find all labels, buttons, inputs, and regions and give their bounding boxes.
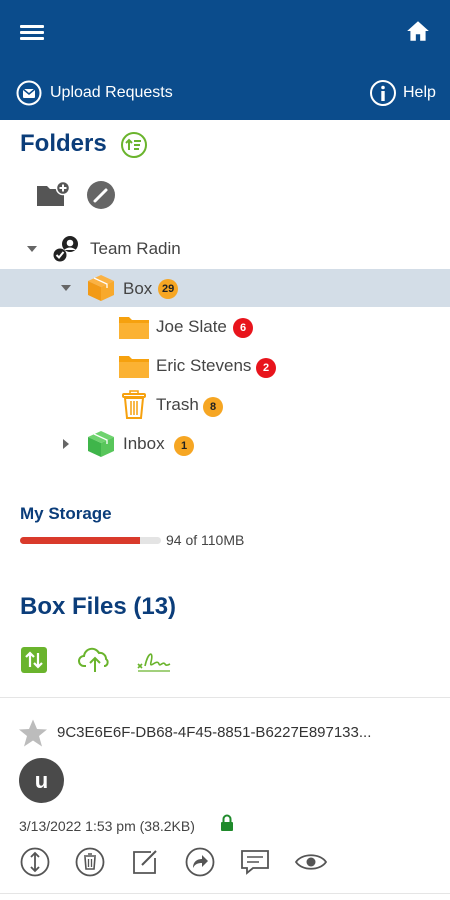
team-icon: [53, 236, 78, 262]
count-badge: 2: [256, 358, 276, 378]
storage-progress-bar: [20, 537, 161, 544]
count-badge: 6: [233, 318, 253, 338]
sync-icon[interactable]: [20, 646, 48, 674]
hamburger-icon-line: [20, 31, 44, 34]
inbox-box-icon: [88, 431, 114, 457]
box-files-title: Box Files (13): [20, 593, 177, 620]
help-label: Help: [403, 84, 436, 101]
divider: [0, 893, 450, 894]
tree-item-box[interactable]: Box 29: [0, 269, 450, 307]
app-header: Upload Requests Help: [0, 0, 450, 120]
tree-item-inbox[interactable]: Inbox 1: [0, 425, 450, 463]
tree-item-joe-slate[interactable]: Joe Slate 6: [0, 308, 450, 346]
tree-item-eric-stevens[interactable]: Eric Stevens 2: [0, 347, 450, 385]
upload-requests-label: Upload Requests: [50, 84, 173, 101]
edit-file-icon[interactable]: [129, 846, 161, 878]
storage-title: My Storage: [20, 504, 112, 523]
eye-icon[interactable]: [294, 846, 328, 878]
avatar: u: [19, 758, 64, 803]
help-button[interactable]: Help: [369, 78, 436, 108]
home-icon[interactable]: [405, 18, 431, 44]
comment-icon[interactable]: [239, 846, 271, 878]
sort-icon[interactable]: [120, 131, 148, 159]
trash-icon: [122, 390, 146, 419]
edit-icon[interactable]: [86, 180, 116, 210]
count-badge: 1: [174, 436, 194, 456]
share-icon[interactable]: [184, 846, 216, 878]
count-badge: 29: [158, 279, 179, 299]
caret-right-icon[interactable]: [60, 438, 72, 450]
star-icon[interactable]: [18, 718, 48, 748]
move-icon[interactable]: [19, 846, 51, 878]
lock-icon: [221, 814, 233, 831]
tree-item-label: Trash: [156, 395, 199, 414]
tree-item-label: Inbox: [123, 434, 165, 453]
folder-icon: [119, 356, 149, 378]
box-icon: [88, 275, 114, 301]
caret-down-icon[interactable]: [26, 243, 38, 255]
cloud-upload-icon[interactable]: [78, 646, 112, 674]
storage-progress-fill: [20, 537, 140, 544]
file-name[interactable]: 9C3E6E6F-DB68-4F45-8851-B6227E897133...: [57, 724, 371, 741]
folders-title: Folders: [20, 130, 107, 157]
divider: [0, 697, 450, 698]
info-icon: [370, 80, 396, 106]
tree-item-team-radin[interactable]: Team Radin: [0, 230, 450, 268]
tree-item-label: Joe Slate: [156, 317, 227, 336]
menu-button[interactable]: [20, 22, 44, 44]
count-badge: 8: [203, 397, 223, 417]
hamburger-icon-line: [20, 37, 44, 40]
folder-icon: [119, 317, 149, 339]
signature-icon[interactable]: [136, 646, 172, 674]
delete-icon[interactable]: [74, 846, 106, 878]
new-folder-icon[interactable]: [36, 180, 70, 208]
tree-item-trash[interactable]: Trash 8: [0, 386, 450, 424]
caret-down-icon[interactable]: [60, 282, 72, 294]
storage-used-text: 94 of 110MB: [166, 532, 245, 548]
upload-requests-button[interactable]: Upload Requests: [16, 78, 173, 108]
file-meta: 3/13/2022 1:53 pm (38.2KB): [19, 818, 195, 834]
hamburger-icon-line: [20, 25, 44, 28]
tree-item-label: Team Radin: [90, 239, 181, 258]
tree-item-label: Eric Stevens: [156, 356, 252, 375]
envelope-icon: [16, 80, 42, 106]
tree-item-label: Box: [123, 279, 153, 298]
